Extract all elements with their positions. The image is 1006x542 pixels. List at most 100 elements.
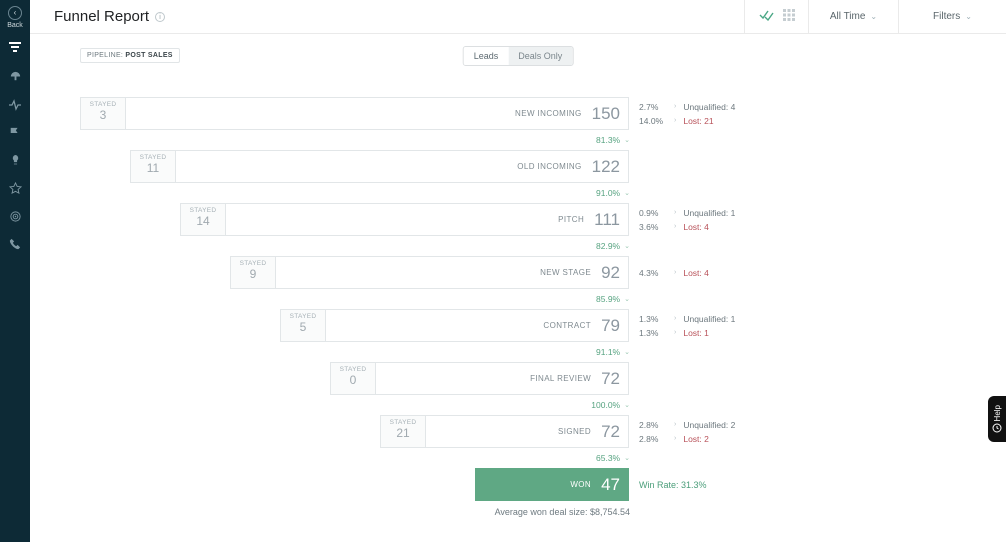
stage-count: 92: [601, 263, 620, 283]
nav-phone-icon[interactable]: [7, 238, 23, 253]
nav-funnel-icon[interactable]: [7, 41, 23, 58]
unqualified-metric[interactable]: 2.8%›Unqualified: 2: [639, 420, 735, 430]
toggle-deals[interactable]: Deals Only: [508, 47, 572, 65]
funnel-stage: STAYED11 OLD INCOMING 122: [80, 150, 982, 183]
nav-dashboard-icon[interactable]: [7, 70, 23, 86]
conversion-rate[interactable]: 65.3%⌄: [80, 448, 630, 468]
stage-metrics: 4.3%›Lost: 4: [639, 256, 709, 289]
info-icon[interactable]: i: [155, 12, 165, 22]
conversion-rate[interactable]: 82.9%⌄: [80, 236, 630, 256]
stage-metrics: 2.8%›Unqualified: 2 2.8%›Lost: 2: [639, 415, 735, 448]
funnel-stage: STAYED0 FINAL REVIEW 72: [80, 362, 982, 395]
avg-deal-size: Average won deal size: $8,754.54: [80, 507, 630, 517]
lost-metric[interactable]: 3.6%›Lost: 4: [639, 222, 735, 232]
toggle-leads[interactable]: Leads: [464, 47, 509, 65]
leads-deals-toggle: Leads Deals Only: [463, 46, 574, 66]
chevron-right-icon: ›: [674, 315, 676, 322]
conversion-rate[interactable]: 81.3%⌄: [80, 130, 630, 150]
stage-count: 47: [601, 475, 620, 495]
funnel-chart: STAYED3NEW INCOMING1502.7%›Unqualified: …: [80, 97, 982, 501]
stage-label: NEW STAGE: [540, 268, 591, 277]
win-rate: Win Rate: 31.3%: [639, 480, 707, 490]
chart-view-icon[interactable]: [759, 9, 775, 24]
help-tab[interactable]: Help: [988, 396, 1006, 442]
chevron-right-icon: ›: [674, 103, 676, 110]
stage-count: 150: [592, 104, 620, 124]
chevron-down-icon: ⌄: [870, 12, 877, 21]
stage-count: 111: [594, 210, 620, 230]
stage-bar[interactable]: PITCH 111: [225, 203, 629, 236]
chevron-down-icon: ⌄: [965, 12, 972, 21]
stage-bar[interactable]: NEW INCOMING 150: [125, 97, 629, 130]
stage-metrics: 1.3%›Unqualified: 1 1.3%›Lost: 1: [639, 309, 735, 342]
stage-count: 72: [601, 422, 620, 442]
back-arrow-icon: ‹: [8, 6, 22, 20]
page-title: Funnel Report: [54, 8, 149, 25]
funnel-stage: STAYED14 PITCH 111 0.9%›Unqualified: 1 3.6%›…: [80, 203, 982, 236]
pipeline-chip[interactable]: PIPELINE: POST SALES: [80, 48, 180, 63]
chevron-right-icon: ›: [674, 269, 676, 276]
back-label: Back: [7, 22, 23, 29]
stage-label: WON: [570, 480, 591, 489]
stage-bar[interactable]: SIGNED72: [425, 415, 629, 448]
stayed-box: STAYED11: [130, 150, 176, 183]
time-range-label: All Time: [830, 11, 866, 22]
chevron-right-icon: ›: [674, 421, 676, 428]
chevron-right-icon: ›: [674, 117, 676, 124]
conversion-rate[interactable]: 91.1%⌄: [80, 342, 630, 362]
stage-count: 122: [592, 157, 620, 177]
filters-dropdown[interactable]: Filters ⌄: [898, 0, 1006, 33]
lost-metric[interactable]: 1.3%›Lost: 1: [639, 328, 735, 338]
chevron-down-icon: ⌄: [624, 401, 630, 409]
chevron-down-icon: ⌄: [624, 454, 630, 462]
stage-label: CONTRACT: [543, 321, 591, 330]
stayed-box: STAYED9: [230, 256, 276, 289]
view-mode-toggle: [744, 0, 808, 33]
conversion-rate[interactable]: 91.0%⌄: [80, 183, 630, 203]
lost-metric[interactable]: 2.8%›Lost: 2: [639, 434, 735, 444]
stage-label: FINAL REVIEW: [530, 374, 591, 383]
funnel-stage: STAYED9 NEW STAGE 92 4.3%›Lost: 4: [80, 256, 982, 289]
chevron-down-icon: ⌄: [624, 242, 630, 250]
stage-bar[interactable]: CONTRACT 79: [325, 309, 629, 342]
filters-label: Filters: [933, 11, 960, 22]
stage-label: NEW INCOMING: [515, 109, 582, 118]
conversion-rate[interactable]: 100.0%⌄: [80, 395, 630, 415]
stayed-box: STAYED5: [280, 309, 326, 342]
nav-flag-icon[interactable]: [7, 127, 23, 142]
nav-activity-icon[interactable]: [7, 98, 23, 115]
nav-target-icon[interactable]: [7, 210, 23, 226]
help-clock-icon: [992, 423, 1002, 433]
stayed-box: STAYED14: [180, 203, 226, 236]
top-bar: Funnel Report i All Time ⌄ Filters ⌄: [30, 0, 1006, 34]
unqualified-metric[interactable]: 2.7%›Unqualified: 4: [639, 102, 735, 112]
stage-metrics: 2.7%›Unqualified: 4 14.0%›Lost: 21: [639, 97, 735, 130]
stage-count: 72: [601, 369, 620, 389]
nav-star-icon[interactable]: [7, 182, 23, 198]
stage-bar[interactable]: OLD INCOMING 122: [175, 150, 629, 183]
stage-bar[interactable]: FINAL REVIEW 72: [375, 362, 629, 395]
time-range-dropdown[interactable]: All Time ⌄: [808, 0, 898, 33]
grid-view-icon[interactable]: [783, 9, 795, 24]
stayed-box: STAYED0: [330, 362, 376, 395]
stage-bar[interactable]: WON 47: [475, 468, 629, 501]
chevron-right-icon: ›: [674, 209, 676, 216]
conversion-rate[interactable]: 85.9%⌄: [80, 289, 630, 309]
stage-count: 79: [601, 316, 620, 336]
chevron-down-icon: ⌄: [624, 189, 630, 197]
stage-bar[interactable]: NEW STAGE 92: [275, 256, 629, 289]
unqualified-metric[interactable]: 0.9%›Unqualified: 1: [639, 208, 735, 218]
stage-metrics: Win Rate: 31.3%: [639, 468, 707, 501]
stage-label: OLD INCOMING: [517, 162, 581, 171]
lost-metric[interactable]: 4.3%›Lost: 4: [639, 268, 709, 278]
lost-metric[interactable]: 14.0%›Lost: 21: [639, 116, 735, 126]
unqualified-metric[interactable]: 1.3%›Unqualified: 1: [639, 314, 735, 324]
chevron-right-icon: ›: [674, 329, 676, 336]
stage-metrics: 0.9%›Unqualified: 1 3.6%›Lost: 4: [639, 203, 735, 236]
stage-label: PITCH: [558, 215, 584, 224]
back-button[interactable]: ‹ Back: [7, 6, 23, 29]
funnel-stage: STAYED3NEW INCOMING1502.7%›Unqualified: …: [80, 97, 982, 130]
chevron-down-icon: ⌄: [624, 348, 630, 356]
nav-idea-icon[interactable]: [7, 154, 23, 170]
stayed-box: STAYED21: [380, 415, 426, 448]
